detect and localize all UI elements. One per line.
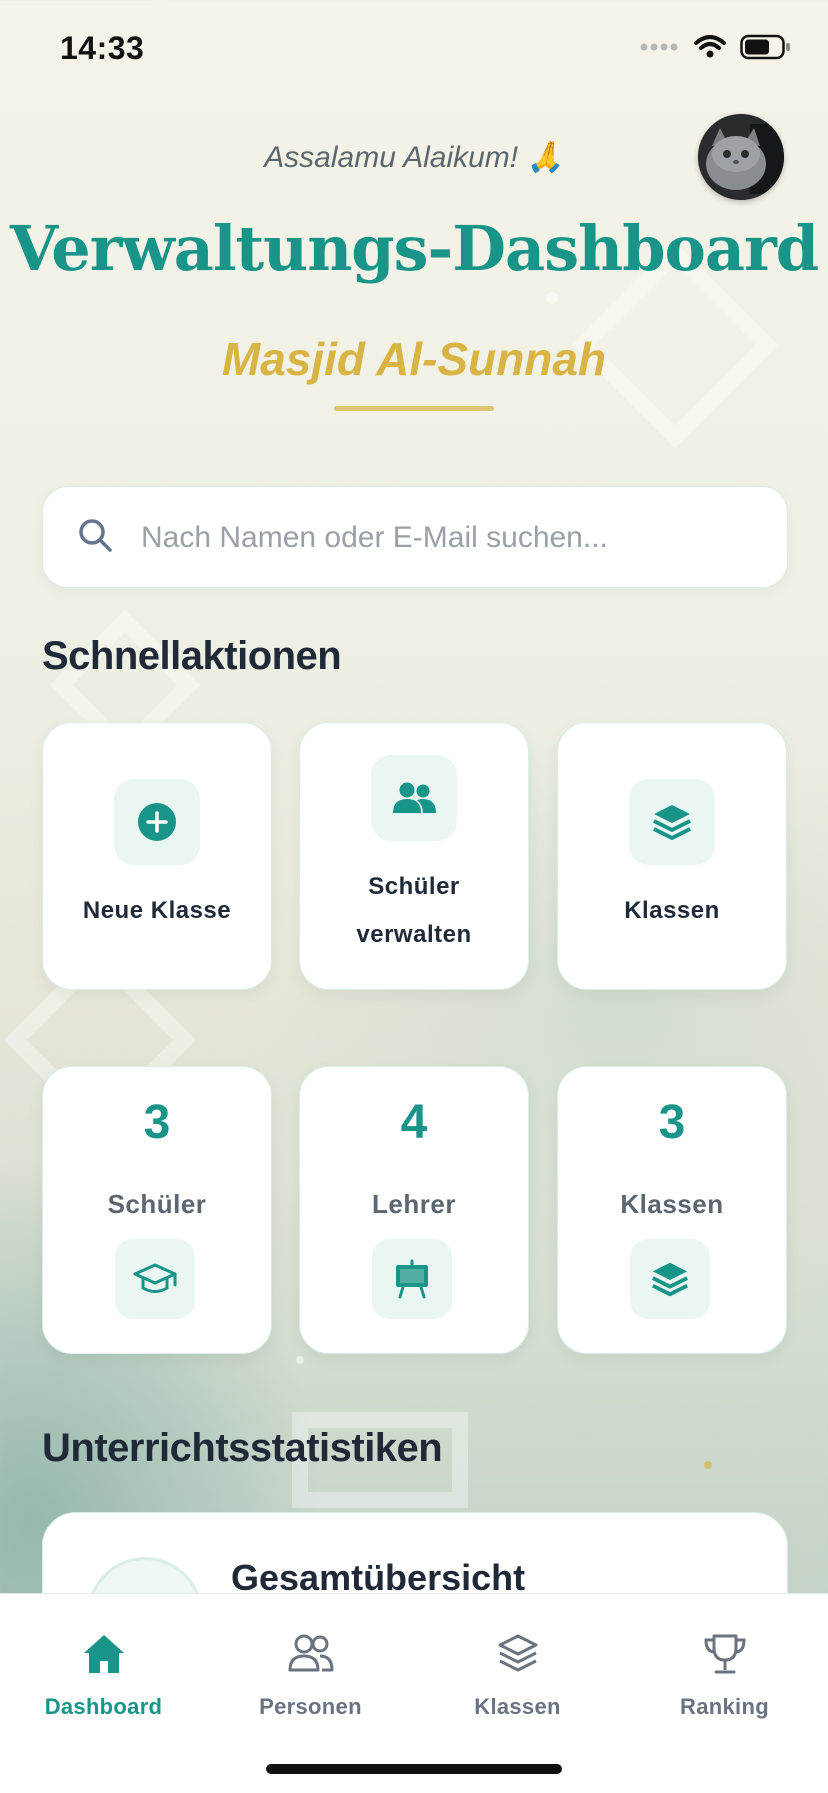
search-bar[interactable] — [42, 486, 788, 589]
plus-circle-icon — [138, 803, 176, 841]
stat-label: Schüler — [107, 1189, 207, 1219]
nav-label: Klassen — [474, 1694, 561, 1719]
section-title-teaching-stats: Unterrichtsstatistiken — [42, 1426, 443, 1470]
stat-value: 3 — [143, 1096, 171, 1149]
status-icons — [640, 34, 792, 60]
quick-action-label-line1: Schüler — [368, 873, 460, 900]
stat-label: Lehrer — [372, 1189, 456, 1219]
battery-icon — [740, 34, 790, 60]
cat-avatar-image — [698, 114, 784, 200]
icon-container — [372, 1239, 452, 1319]
chalkboard-icon — [396, 1259, 428, 1299]
quick-action-manage-students[interactable]: Schüler verwalten — [299, 722, 529, 990]
nav-label: Personen — [259, 1694, 362, 1719]
avatar[interactable] — [698, 114, 784, 200]
icon-container — [115, 1239, 195, 1319]
search-icon — [79, 519, 112, 552]
icon-container — [371, 755, 457, 841]
icon-container — [114, 779, 200, 865]
signal-icon — [640, 43, 678, 51]
status-time: 14:33 — [60, 30, 145, 66]
home-indicator[interactable] — [266, 1764, 562, 1774]
layers-icon — [652, 1262, 688, 1297]
quick-action-label: Klassen — [624, 897, 720, 924]
stat-label: Klassen — [620, 1189, 724, 1219]
search-input[interactable] — [139, 487, 763, 589]
layers-icon — [653, 805, 691, 840]
quick-action-new-class[interactable]: Neue Klasse — [42, 722, 272, 990]
nav-item-people[interactable]: Personen — [207, 1594, 414, 1744]
graduation-cap-icon — [133, 1263, 177, 1293]
quick-action-label: Neue Klasse — [82, 897, 232, 924]
quick-action-label-line2: verwalten — [356, 921, 472, 948]
nav-item-classes[interactable]: Klassen — [414, 1594, 621, 1744]
stat-value: 4 — [400, 1096, 428, 1149]
mosque-name: Masjid Al-Sunnah — [221, 333, 607, 385]
users-icon — [393, 782, 436, 813]
subtitle-divider — [334, 406, 494, 411]
stat-card-teachers[interactable]: 4 Lehrer — [299, 1066, 529, 1354]
nav-label: Ranking — [680, 1694, 769, 1719]
trophy-icon — [703, 1634, 746, 1674]
nav-item-dashboard[interactable]: Dashboard — [0, 1594, 207, 1744]
nav-label: Dashboard — [44, 1694, 163, 1719]
bottom-navigation: Dashboard Personen Klassen Ranking — [0, 1593, 828, 1793]
section-title-quick-actions: Schnellaktionen — [42, 634, 342, 678]
home-icon — [83, 1635, 124, 1673]
icon-container — [630, 1239, 710, 1319]
layers-icon — [498, 1634, 537, 1672]
quick-action-classes[interactable]: Klassen — [557, 722, 787, 990]
icon-container — [629, 779, 715, 865]
wifi-icon — [694, 35, 726, 58]
page-title: Verwaltungs-Dashboard — [9, 212, 819, 285]
stat-card-students[interactable]: 3 Schüler — [42, 1066, 272, 1354]
people-icon — [288, 1634, 333, 1672]
stat-value: 3 — [658, 1096, 686, 1149]
nav-item-ranking[interactable]: Ranking — [621, 1594, 828, 1744]
stat-card-classes[interactable]: 3 Klassen — [557, 1066, 787, 1354]
